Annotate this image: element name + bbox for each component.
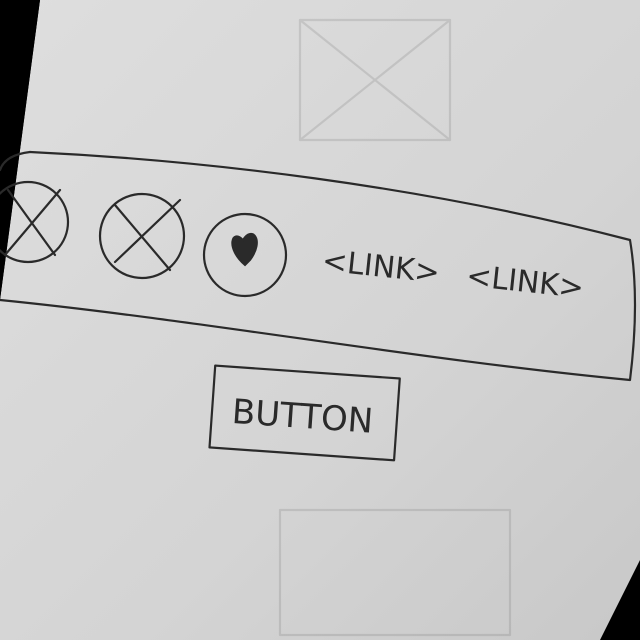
paper-sheet [0, 0, 640, 640]
sketch-canvas: <LINK> <LINK> BUTTON [0, 0, 640, 640]
sketch-photo: <LINK> <LINK> BUTTON [0, 0, 640, 640]
